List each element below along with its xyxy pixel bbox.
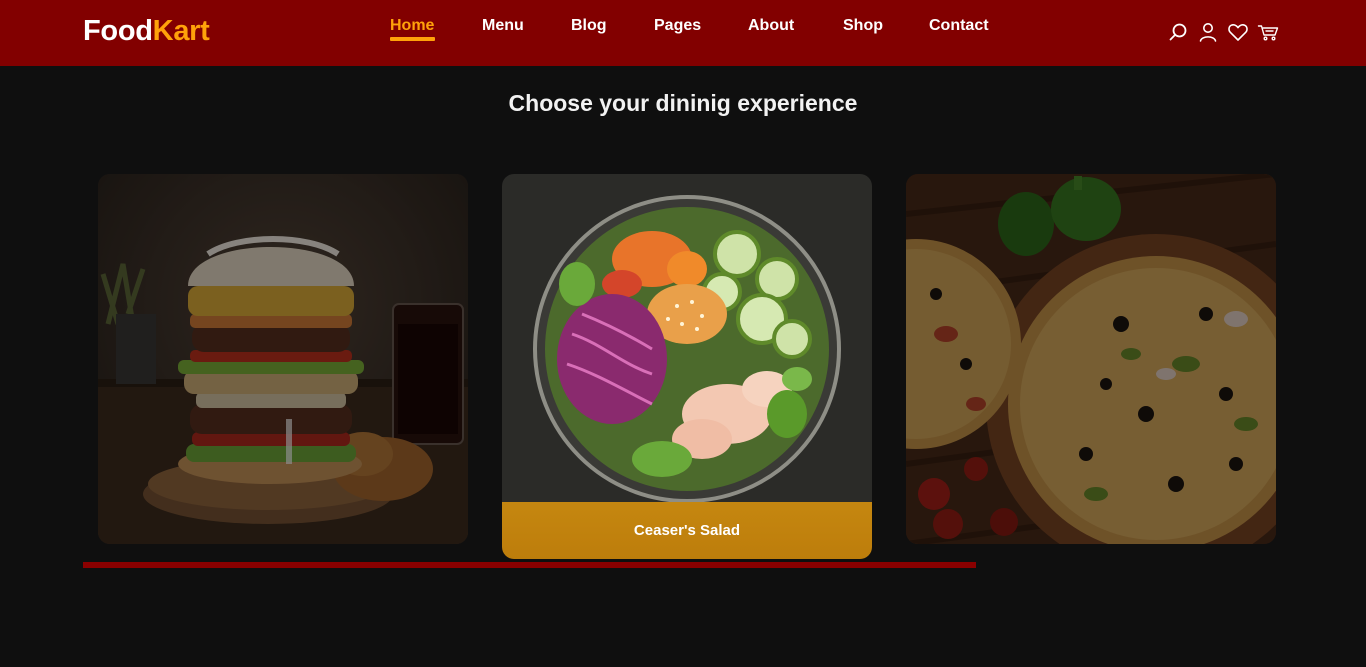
card-caption: Ceaser's Salad	[502, 502, 872, 559]
carousel-progress-track	[83, 562, 976, 568]
search-icon[interactable]	[1167, 21, 1189, 43]
section-title: Choose your dininig experience	[508, 90, 858, 116]
heart-icon[interactable]	[1227, 21, 1249, 43]
food-card-burger[interactable]	[98, 174, 468, 544]
salad-image	[502, 174, 872, 544]
card-shade	[98, 174, 468, 544]
card-shade	[906, 174, 1276, 544]
header-icons	[0, 21, 1366, 43]
navbar: FoodKart Home Menu Blog Pages About Shop…	[0, 0, 1366, 66]
carousel-progress-bar	[83, 562, 976, 568]
user-icon[interactable]	[1197, 21, 1219, 43]
food-card-salad[interactable]: Ceaser's Salad	[502, 174, 872, 559]
cart-icon[interactable]	[1257, 21, 1279, 43]
food-card-pizza[interactable]	[906, 174, 1276, 544]
